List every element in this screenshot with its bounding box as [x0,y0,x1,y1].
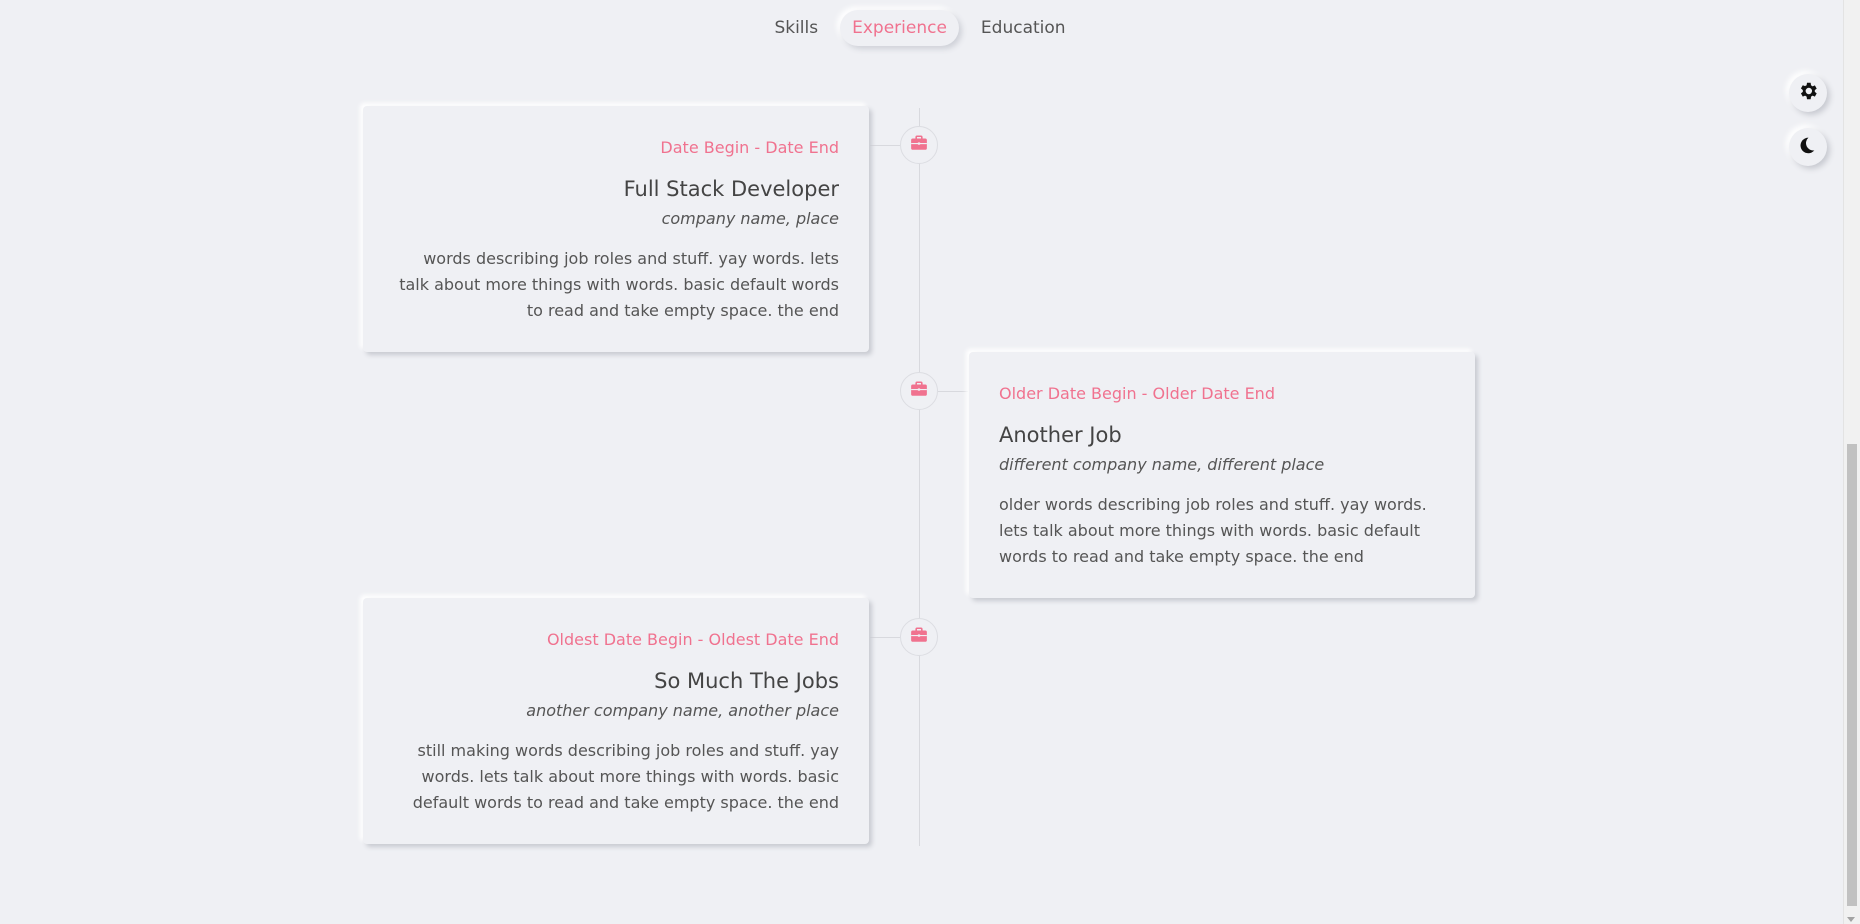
experience-title: So Much The Jobs [654,669,839,693]
timeline-connector [870,145,900,146]
timeline-node [900,372,938,410]
briefcase-icon [910,134,928,156]
scrollbar-thumb[interactable] [1847,444,1857,906]
page: Skills Experience Education Date Begin -… [0,0,1860,924]
settings-button[interactable] [1789,74,1827,112]
tab-education[interactable]: Education [969,10,1078,46]
experience-title: Another Job [999,423,1122,447]
experience-description: older words describing job roles and stu… [999,495,1427,566]
theme-toggle-button[interactable] [1789,128,1827,166]
experience-company: different company name, different place [999,455,1325,474]
moon-icon [1797,134,1819,160]
experience-company: company name, place [661,209,839,228]
briefcase-icon [910,626,928,648]
tab-experience[interactable]: Experience [840,10,959,46]
experience-date: Date Begin - Date End [660,138,839,157]
timeline-connector [938,391,968,392]
timeline-connector [870,637,900,638]
gear-icon [1797,80,1819,106]
timeline-node [900,126,938,164]
experience-title: Full Stack Developer [623,177,839,201]
vertical-scrollbar[interactable] [1843,0,1860,924]
scroll-down-arrow-icon[interactable] [1847,917,1855,922]
experience-card: Older Date Begin - Older Date End Anothe… [969,352,1475,598]
experience-description: words describing job roles and stuff. ya… [399,249,839,320]
tab-skills[interactable]: Skills [762,10,830,46]
experience-company: another company name, another place [526,701,839,720]
briefcase-icon [910,380,928,402]
timeline-line [919,108,920,846]
experience-date: Older Date Begin - Older Date End [999,384,1275,403]
experience-card: Oldest Date Begin - Oldest Date End So M… [363,598,869,844]
experience-description: still making words describing job roles … [412,741,839,812]
experience-date: Oldest Date Begin - Oldest Date End [546,630,839,649]
timeline-node [900,618,938,656]
section-tabs: Skills Experience Education [0,10,1840,46]
experience-card: Date Begin - Date End Full Stack Develop… [363,106,869,352]
